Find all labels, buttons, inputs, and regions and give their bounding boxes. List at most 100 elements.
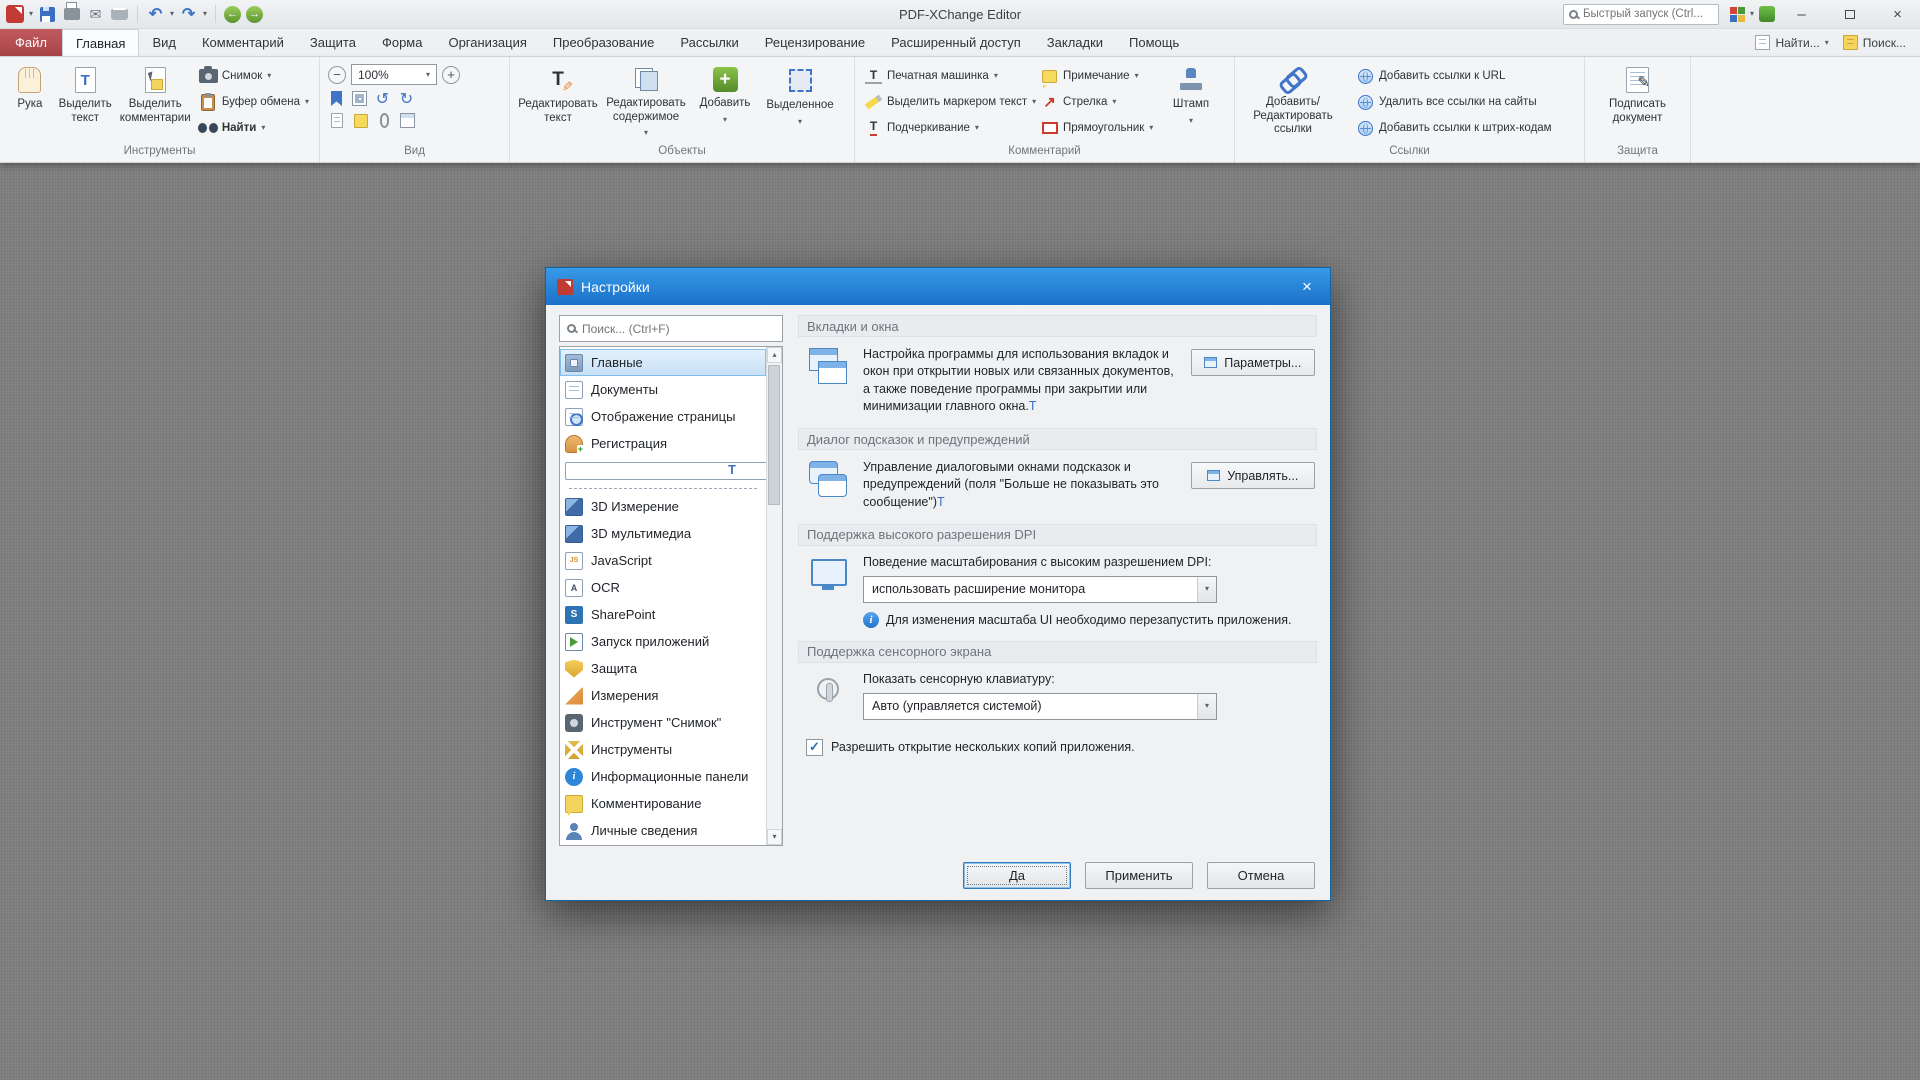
bookmarks-panel-button[interactable]: [328, 90, 345, 107]
sticky-note-button[interactable]: Примечание ▾: [1037, 65, 1155, 87]
select-text-button[interactable]: Выделить текст: [56, 62, 115, 125]
cancel-button[interactable]: Отмена: [1207, 862, 1315, 889]
add-edit-links-button[interactable]: Добавить/Редактировать ссылки: [1241, 62, 1345, 137]
chevron-down-icon[interactable]: ▾: [1750, 10, 1754, 18]
panes-button[interactable]: [400, 113, 415, 128]
settings-category-page-display[interactable]: Отображение страницы: [560, 403, 766, 430]
redo-icon[interactable]: [179, 5, 198, 24]
add-object-button[interactable]: Добавить ▾: [692, 62, 758, 124]
manage-button[interactable]: Управлять...: [1191, 462, 1315, 489]
edit-content-button[interactable]: Редактировать содержимое ▾: [602, 62, 690, 137]
email-icon[interactable]: [86, 5, 105, 24]
settings-category-javascript[interactable]: JavaScript: [560, 547, 766, 574]
tab-form[interactable]: Форма: [369, 29, 436, 56]
chevron-down-icon[interactable]: ▾: [29, 10, 33, 18]
settings-category-snapshot-tool[interactable]: Инструмент "Снимок": [560, 709, 766, 736]
parameters-button[interactable]: Параметры...: [1191, 349, 1315, 376]
tab-accessibility[interactable]: Расширенный доступ: [878, 29, 1034, 56]
portal-icon[interactable]: [1759, 6, 1775, 22]
navigate-forward-icon[interactable]: →: [246, 6, 263, 23]
highlight-text-button[interactable]: Выделить маркером текст ▾: [861, 91, 1029, 113]
settings-category-3d-multimedia[interactable]: 3D мультимедиа: [560, 520, 766, 547]
sign-document-button[interactable]: Подписать документ: [1596, 62, 1680, 125]
tab-comment[interactable]: Комментарий: [189, 29, 297, 56]
stamp-button[interactable]: Штамп ▾: [1163, 62, 1219, 125]
settings-search-box[interactable]: [559, 315, 783, 342]
settings-category-info-panels[interactable]: Информационные панели: [560, 763, 766, 790]
settings-category-page-text[interactable]: Текст на странице: [560, 457, 766, 484]
quick-launch-search[interactable]: [1563, 4, 1719, 25]
tab-bookmarks[interactable]: Закладки: [1034, 29, 1116, 56]
arrow-tool-button[interactable]: Стрелка ▾: [1037, 91, 1155, 113]
settings-category-sharepoint[interactable]: SharePoint: [560, 601, 766, 628]
category-list-scrollbar[interactable]: ▴ ▾: [766, 347, 782, 845]
settings-category-identity[interactable]: Личные сведения: [560, 817, 766, 844]
select-comments-button[interactable]: Выделить комментарии: [117, 62, 194, 125]
rectangle-tool-button[interactable]: Прямоугольник ▾: [1037, 117, 1155, 139]
settings-category-commenting[interactable]: Комментирование: [560, 790, 766, 817]
settings-search-input[interactable]: [582, 322, 775, 336]
scroll-down-button[interactable]: ▾: [767, 829, 782, 845]
tab-review[interactable]: Рецензирование: [752, 29, 878, 56]
save-icon[interactable]: [40, 7, 55, 22]
touch-keyboard-select[interactable]: Авто (управляется системой) ▾: [863, 693, 1217, 720]
ok-button[interactable]: Да: [963, 862, 1071, 889]
tab-home[interactable]: Главная: [62, 29, 139, 56]
hand-tool-button[interactable]: Рука: [6, 62, 54, 112]
tab-file[interactable]: Файл: [0, 29, 62, 56]
print-icon[interactable]: [64, 8, 80, 20]
remove-all-links-button[interactable]: Удалить все ссылки на сайты: [1353, 91, 1563, 113]
maximize-button[interactable]: [1827, 0, 1872, 28]
underline-button[interactable]: Подчеркивание ▾: [861, 117, 1029, 139]
selected-object-button[interactable]: Выделенное ▾: [760, 62, 840, 126]
find-button[interactable]: Найти... ▾: [1755, 35, 1828, 50]
undo-icon[interactable]: [146, 5, 165, 24]
find-tool-button[interactable]: Найти ▾: [196, 117, 313, 139]
apply-button[interactable]: Применить: [1085, 862, 1193, 889]
comments-panel-button[interactable]: [354, 114, 368, 128]
settings-category-measurements[interactable]: Измерения: [560, 682, 766, 709]
snapshot-button[interactable]: Снимок ▾: [196, 65, 313, 87]
add-links-barcode-button[interactable]: Добавить ссылки к штрих-кодам: [1353, 117, 1563, 139]
settings-category-documents[interactable]: Документы: [560, 376, 766, 403]
zoom-out-button[interactable]: −: [328, 66, 346, 84]
navigate-back-icon[interactable]: ←: [224, 6, 241, 23]
tab-mailings[interactable]: Рассылки: [667, 29, 751, 56]
tab-organize[interactable]: Организация: [435, 29, 539, 56]
tab-view[interactable]: Вид: [139, 29, 189, 56]
quick-launch-input[interactable]: [1583, 8, 1713, 20]
scrollbar-track[interactable]: [767, 363, 782, 829]
zoom-level-select[interactable]: 100% ▾: [351, 64, 437, 85]
dialog-titlebar[interactable]: Настройки ×: [546, 268, 1330, 305]
undo-chevron-icon[interactable]: ▾: [170, 10, 174, 18]
search-button[interactable]: Поиск...: [1843, 35, 1906, 50]
multi-copy-checkbox[interactable]: [806, 739, 823, 756]
close-button[interactable]: ×: [1875, 0, 1920, 28]
redo-chevron-icon[interactable]: ▾: [203, 10, 207, 18]
dialog-close-button[interactable]: ×: [1284, 268, 1330, 305]
settings-category-security[interactable]: Защита: [560, 655, 766, 682]
typewriter-button[interactable]: Печатная машинка ▾: [861, 65, 1029, 87]
dpi-scaling-select[interactable]: использовать расширение монитора ▾: [863, 576, 1217, 603]
customize-ui-icon[interactable]: [1730, 7, 1745, 22]
tab-convert[interactable]: Преобразование: [540, 29, 668, 56]
rotate-cw-button[interactable]: [398, 90, 415, 107]
settings-category-registration[interactable]: Регистрация: [560, 430, 766, 457]
settings-category-launch-applications[interactable]: Запуск приложений: [560, 628, 766, 655]
settings-category-tools[interactable]: Инструменты: [560, 736, 766, 763]
page-layout-button[interactable]: [331, 113, 343, 128]
clipboard-button[interactable]: Буфер обмена ▾: [196, 91, 313, 113]
edit-text-button[interactable]: Редактировать текст: [516, 62, 600, 125]
scrollbar-thumb[interactable]: [768, 365, 780, 505]
tab-protect[interactable]: Защита: [297, 29, 369, 56]
scan-icon[interactable]: [111, 9, 128, 20]
zoom-in-button[interactable]: +: [442, 66, 460, 84]
add-links-url-button[interactable]: Добавить ссылки к URL: [1353, 65, 1563, 87]
tab-help[interactable]: Помощь: [1116, 29, 1192, 56]
rotate-ccw-button[interactable]: [374, 90, 391, 107]
settings-category-3d-measurement[interactable]: 3D Измерение: [560, 493, 766, 520]
minimize-button[interactable]: –: [1779, 0, 1824, 28]
settings-category-ocr[interactable]: OCR: [560, 574, 766, 601]
page-thumbnails-button[interactable]: [352, 91, 367, 106]
scroll-up-button[interactable]: ▴: [767, 347, 782, 363]
